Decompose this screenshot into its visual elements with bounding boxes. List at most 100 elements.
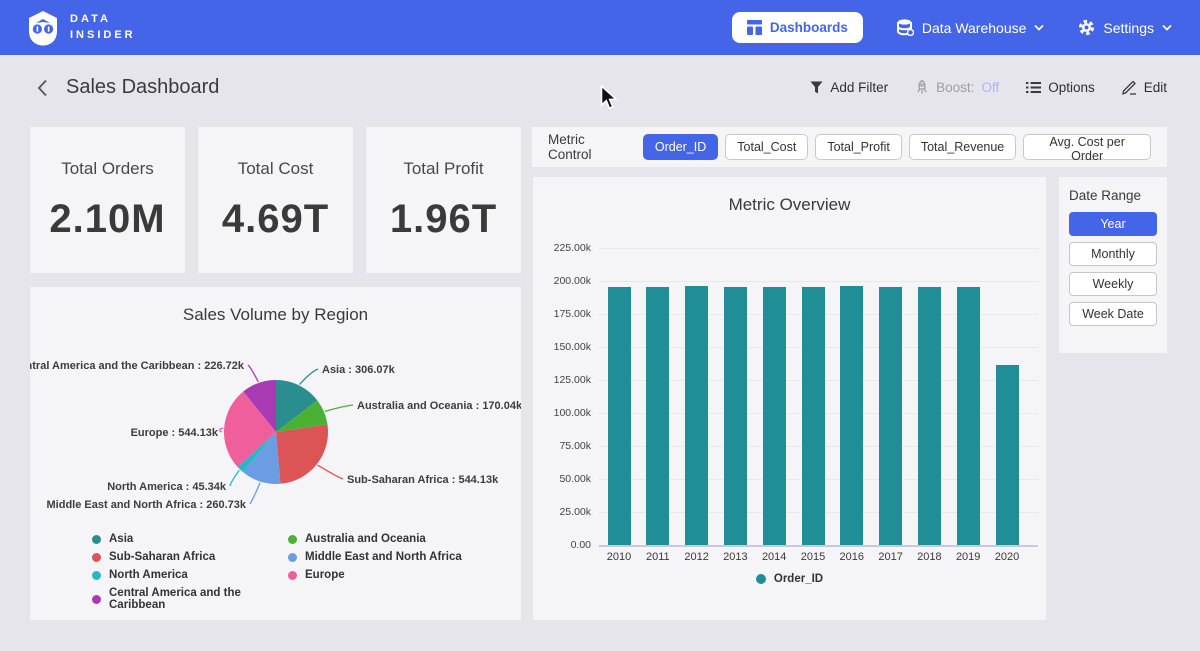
- legend-dot: [92, 535, 101, 544]
- settings-menu[interactable]: Settings: [1078, 19, 1172, 36]
- metric-button-total-cost[interactable]: Total_Cost: [725, 134, 808, 160]
- chevron-left-icon: [37, 79, 48, 97]
- brand[interactable]: DATA INSIDER: [28, 10, 136, 46]
- pie-legend-item-europe[interactable]: Europe: [288, 569, 462, 581]
- pie-chart-card: Sales Volume by Region Asia : 306.07k Aus…: [30, 287, 521, 620]
- x-tick-label: 2018: [907, 551, 951, 563]
- x-tick-label: 2016: [830, 551, 874, 563]
- brand-text: DATA INSIDER: [70, 12, 136, 44]
- pencil-icon: [1122, 80, 1137, 95]
- pie-legend-item-north-america[interactable]: North America: [92, 569, 288, 581]
- date-range-button-weekly[interactable]: Weekly: [1069, 272, 1157, 296]
- brand-logo-owl-icon: [28, 10, 58, 46]
- pie-label-sub-saharan-africa: Sub-Saharan Africa : 544.13k: [347, 474, 499, 486]
- bar-2013[interactable]: [724, 287, 747, 545]
- legend-dot: [92, 553, 101, 562]
- legend-dot: [92, 571, 101, 580]
- pie-legend-item-australia-and-oceania[interactable]: Australia and Oceania: [288, 533, 462, 545]
- pie-label-australia-and-oceania: Australia and Oceania : 170.04k: [357, 400, 521, 412]
- filter-funnel-icon: [810, 81, 823, 94]
- bar-2020[interactable]: [996, 365, 1019, 545]
- kpi-value: 2.10M: [49, 197, 165, 242]
- pie-label-middle-east-and-north-africa: Middle East and North Africa : 260.73k: [47, 499, 247, 511]
- metric-button-order-id[interactable]: Order_ID: [643, 134, 718, 160]
- legend-label: Order_ID: [774, 573, 823, 585]
- pie-legend-item-asia[interactable]: Asia: [92, 533, 288, 545]
- y-tick-label: 200.00k: [533, 275, 591, 287]
- pie-callout-line: [248, 365, 258, 382]
- bar-2012[interactable]: [685, 286, 708, 545]
- y-tick-label: 125.00k: [533, 374, 591, 386]
- bar-2014[interactable]: [763, 287, 786, 545]
- dashboards-button[interactable]: Dashboards: [732, 12, 863, 43]
- add-filter-button[interactable]: Add Filter: [810, 80, 888, 95]
- kpi-card-total-orders: Total Orders 2.10M: [30, 127, 185, 273]
- date-range-label: Date Range: [1069, 188, 1157, 203]
- pie-legend-item-middle-east-and-north-africa[interactable]: Middle East and North Africa: [288, 551, 462, 563]
- legend-dot: [92, 595, 101, 604]
- pie-chart-title: Sales Volume by Region: [30, 287, 521, 325]
- page-title: Sales Dashboard: [66, 76, 219, 99]
- bar-2010[interactable]: [608, 287, 631, 545]
- x-tick-label: 2013: [713, 551, 757, 563]
- metric-button-total-profit[interactable]: Total_Profit: [815, 134, 902, 160]
- options-button[interactable]: Options: [1026, 80, 1095, 95]
- metric-control-buttons: Order_ID Total_Cost Total_Profit Total_Reve…: [643, 134, 1151, 160]
- bar-chart-legend[interactable]: Order_ID: [533, 573, 1046, 585]
- date-range-button-week-date[interactable]: Week Date: [1069, 302, 1157, 326]
- legend-label: Australia and Oceania: [305, 533, 426, 545]
- y-tick-label: 225.00k: [533, 242, 591, 254]
- metric-control-label: Metric Control: [548, 132, 631, 162]
- legend-dot: [288, 571, 297, 580]
- legend-label: Middle East and North Africa: [305, 551, 462, 563]
- bar-2016[interactable]: [840, 286, 863, 545]
- pie-label-north-america: North America : 45.34k: [107, 481, 227, 493]
- bar-2015[interactable]: [802, 287, 825, 545]
- pie-legend-item-central-america-and-the-caribbean[interactable]: Central America and the Caribbean: [92, 587, 288, 611]
- pie-callout-line: [318, 465, 344, 479]
- gear-icon: [1078, 19, 1095, 36]
- rocket-icon: [915, 80, 929, 95]
- pie-legend-item-sub-saharan-africa[interactable]: Sub-Saharan Africa: [92, 551, 288, 563]
- metric-button-avg-cost-per-order[interactable]: Avg. Cost per Order: [1023, 134, 1151, 160]
- bar-2011[interactable]: [646, 287, 669, 545]
- database-icon: [897, 19, 914, 36]
- edit-button[interactable]: Edit: [1122, 80, 1167, 95]
- bar-2017[interactable]: [879, 287, 902, 545]
- pie-label-asia: Asia : 306.07k: [322, 364, 396, 376]
- data-warehouse-menu[interactable]: Data Warehouse: [897, 19, 1045, 36]
- back-button[interactable]: [33, 75, 52, 101]
- date-range-panel: Date Range Year Monthly Weekly Week Date: [1059, 177, 1167, 353]
- bar-2019[interactable]: [957, 287, 980, 545]
- pie-callout-line: [230, 470, 239, 486]
- x-tick-label: 2011: [636, 551, 680, 563]
- y-tick-label: 50.00k: [533, 473, 591, 485]
- kpi-value: 1.96T: [390, 197, 497, 242]
- date-range-button-year[interactable]: Year: [1069, 212, 1157, 236]
- date-range-button-monthly[interactable]: Monthly: [1069, 242, 1157, 266]
- kpi-label: Total Profit: [403, 159, 483, 179]
- y-tick-label: 75.00k: [533, 440, 591, 452]
- legend-dot: [288, 535, 297, 544]
- y-tick-label: 0.00: [533, 539, 591, 551]
- kpi-card-total-profit: Total Profit 1.96T: [366, 127, 521, 273]
- legend-label: Europe: [305, 569, 345, 581]
- kpi-label: Total Orders: [61, 159, 154, 179]
- x-tick-label: 2017: [869, 551, 913, 563]
- kpi-value: 4.69T: [222, 197, 329, 242]
- x-tick-label: 2012: [675, 551, 719, 563]
- metric-button-total-revenue[interactable]: Total_Revenue: [909, 134, 1016, 160]
- pie-callout-line: [220, 428, 224, 432]
- y-tick-label: 25.00k: [533, 506, 591, 518]
- pie-slice-sub-saharan-africa[interactable]: [276, 425, 328, 484]
- list-icon: [1026, 81, 1041, 94]
- gridline: [599, 248, 1038, 249]
- x-tick-label: 2020: [985, 551, 1029, 563]
- kpi-card-total-cost: Total Cost 4.69T: [198, 127, 353, 273]
- boost-toggle[interactable]: Boost:Off: [915, 80, 999, 95]
- boost-state: Off: [981, 80, 999, 95]
- y-tick-label: 150.00k: [533, 341, 591, 353]
- bar-2018[interactable]: [918, 287, 941, 545]
- legend-label: Sub-Saharan Africa: [109, 551, 215, 563]
- pie-callout-line: [325, 405, 353, 411]
